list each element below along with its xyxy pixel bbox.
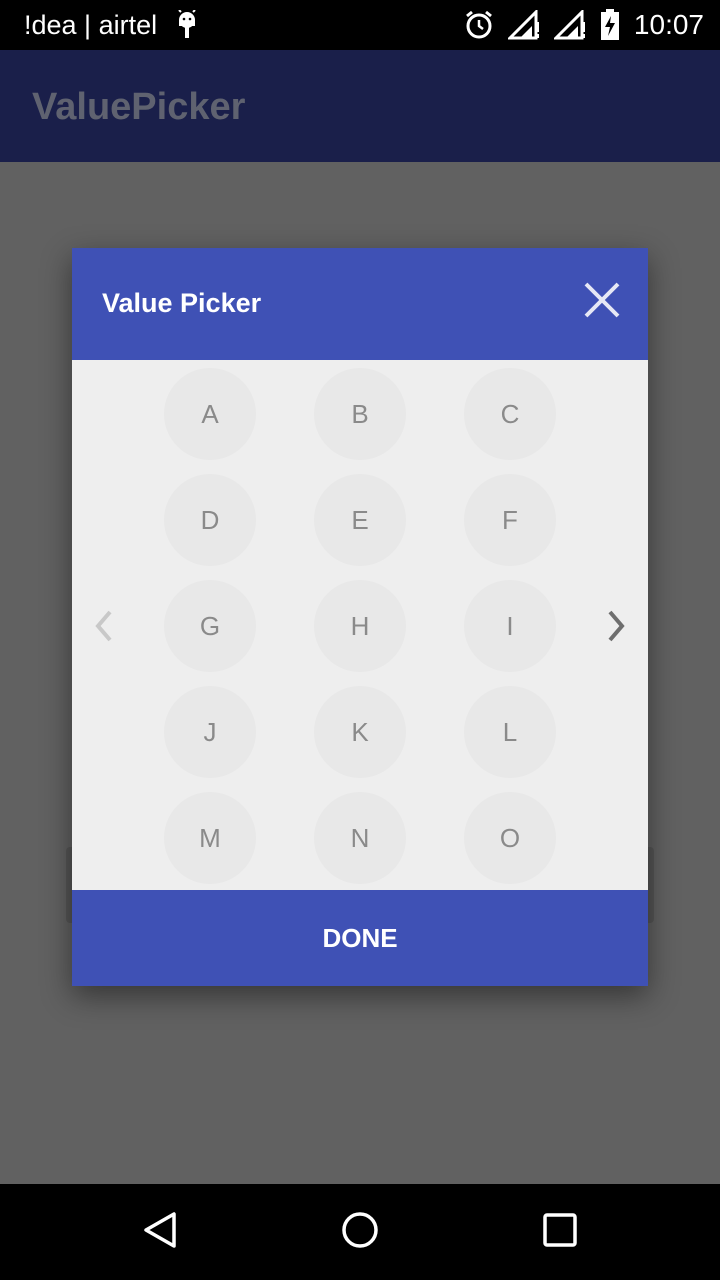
- close-icon: [582, 280, 622, 325]
- carrier-label: !dea | airtel: [24, 10, 158, 40]
- value-cell[interactable]: A: [164, 368, 256, 460]
- battery-charging-icon: [600, 9, 620, 41]
- dialog-header: Value Picker: [72, 248, 648, 360]
- back-button[interactable]: [136, 1208, 184, 1256]
- next-page-button[interactable]: [598, 600, 634, 656]
- done-button[interactable]: DONE: [72, 890, 648, 986]
- home-button[interactable]: [336, 1208, 384, 1256]
- status-bar: !dea | airtel 10:07: [0, 0, 720, 50]
- value-grid: A B C D E F G H I J K L M N O: [164, 368, 556, 884]
- value-cell[interactable]: M: [164, 792, 256, 884]
- value-cell[interactable]: C: [464, 368, 556, 460]
- home-icon: [340, 1210, 380, 1255]
- value-cell[interactable]: E: [314, 474, 406, 566]
- value-cell[interactable]: F: [464, 474, 556, 566]
- back-icon: [140, 1210, 180, 1255]
- value-cell[interactable]: I: [464, 580, 556, 672]
- value-grid-area: A B C D E F G H I J K L M N O: [72, 360, 648, 890]
- chevron-left-icon: [92, 608, 116, 649]
- app-bar: ValuePicker: [0, 50, 720, 162]
- alarm-icon: [464, 10, 494, 40]
- value-cell[interactable]: H: [314, 580, 406, 672]
- value-cell[interactable]: O: [464, 792, 556, 884]
- recents-button[interactable]: [536, 1208, 584, 1256]
- status-icons: 10:07: [464, 8, 704, 42]
- previous-page-button: [86, 600, 122, 656]
- value-cell[interactable]: K: [314, 686, 406, 778]
- navigation-bar: [0, 1184, 720, 1280]
- value-cell[interactable]: N: [314, 792, 406, 884]
- value-cell[interactable]: D: [164, 474, 256, 566]
- app-title: ValuePicker: [32, 86, 246, 128]
- clock: 10:07: [633, 9, 704, 40]
- dialog-title: Value Picker: [102, 288, 262, 318]
- recents-icon: [540, 1210, 580, 1255]
- close-button[interactable]: [574, 274, 630, 330]
- android-debug-icon: [176, 9, 198, 40]
- value-cell[interactable]: B: [314, 368, 406, 460]
- signal-icon: [553, 10, 586, 40]
- signal-icon: [507, 10, 540, 40]
- value-cell[interactable]: L: [464, 686, 556, 778]
- value-picker-dialog: Value Picker A B C D E F G H I J K L M N…: [72, 248, 648, 986]
- chevron-right-icon: [604, 608, 628, 649]
- value-cell[interactable]: G: [164, 580, 256, 672]
- value-cell[interactable]: J: [164, 686, 256, 778]
